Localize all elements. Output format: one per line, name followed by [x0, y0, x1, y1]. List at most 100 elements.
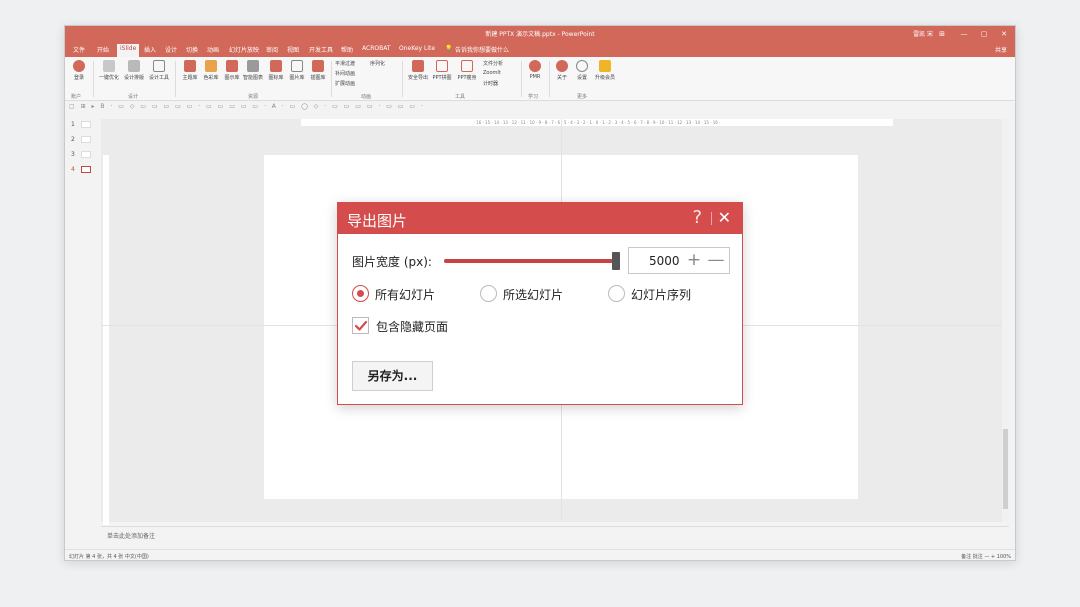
chart-icon	[247, 60, 259, 72]
theme-icon	[184, 60, 196, 72]
share-button[interactable]: 共享	[995, 45, 1007, 54]
minimize-button[interactable]: —	[957, 28, 971, 40]
smart-chart-button[interactable]: 智能图表	[241, 60, 265, 81]
radio-selected-dot	[357, 290, 364, 297]
width-slider[interactable]	[444, 259, 618, 263]
diagram-icon	[226, 60, 238, 72]
dialog-title: 导出图片	[347, 212, 408, 230]
group-learn: 学习	[528, 94, 539, 100]
ribbon-separator	[93, 61, 94, 97]
ribbon: 登录 一键优化 设计排版 设计工具 主题库 色彩库 图示库 智能图表 图标库 图…	[65, 57, 1015, 101]
width-slider-handle[interactable]	[612, 252, 620, 270]
close-icon[interactable]: ✕	[718, 208, 731, 227]
icons-icon	[270, 60, 282, 72]
close-window-button[interactable]: ✕	[997, 28, 1011, 40]
serialize-button[interactable]: 序列化	[370, 60, 385, 67]
maximize-button[interactable]: ▢	[977, 28, 991, 40]
slide-thumb-1[interactable]: 1	[71, 121, 91, 128]
status-view-controls[interactable]: 备注 批注 — + 100%	[961, 553, 1011, 560]
design-tools-button[interactable]: 设计工具	[147, 60, 171, 81]
pmr-button[interactable]: PMR	[523, 60, 547, 80]
ribbon-separator	[521, 61, 522, 97]
tab-file[interactable]: 文件	[73, 45, 85, 54]
tools-icon	[153, 60, 165, 72]
tab-insert[interactable]: 插入	[144, 45, 156, 54]
scrollbar-thumb[interactable]	[1003, 429, 1008, 509]
zoomit-button[interactable]: ZoomIt	[483, 70, 501, 76]
pmr-icon	[529, 60, 541, 72]
design-layout-button[interactable]: 设计排版	[122, 60, 146, 81]
header-divider	[711, 212, 712, 225]
quick-access-icons[interactable]: ▢ ⊞ ▸ B · ▭ ◇ ▭ ▭ ▭ ▭ ▭ · ▭ ▭ ▭ ▭ ▭ · A …	[69, 103, 425, 110]
group-animation: 动画	[361, 94, 372, 100]
illustration-icon	[312, 60, 324, 72]
tab-islide[interactable]: iSlide	[117, 44, 140, 57]
save-as-button[interactable]: 另存为...	[352, 361, 433, 391]
diamond-icon	[599, 60, 611, 72]
tab-review[interactable]: 审阅	[266, 45, 278, 54]
ribbon-options-icon[interactable]: ⊞	[935, 28, 949, 40]
increase-width-button[interactable]: +	[685, 250, 703, 270]
user-name[interactable]: 雷凯 宋	[913, 29, 933, 38]
tab-onekey[interactable]: OneKey Lite	[399, 45, 435, 52]
ribbon-separator	[175, 61, 176, 97]
layout-icon	[128, 60, 140, 72]
radio-circle	[480, 285, 497, 302]
tab-home[interactable]: 开始	[97, 45, 109, 54]
dialog-header: 导出图片 ? ✕	[338, 203, 742, 234]
extend-animation-button[interactable]: 扩展动画	[335, 80, 355, 87]
upgrade-member-button[interactable]: 升级会员	[593, 60, 617, 81]
about-icon	[556, 60, 568, 72]
lightbulb-icon[interactable]: 💡	[445, 45, 452, 52]
ppt-slim-button[interactable]: PPT瘦身	[455, 60, 479, 81]
slide-thumb-2[interactable]: 2	[71, 136, 91, 143]
tab-acrobat[interactable]: ACROBAT	[362, 45, 391, 52]
settings-button[interactable]: 设置	[570, 60, 594, 81]
ppt-puzzle-button[interactable]: PPT拼图	[430, 60, 454, 81]
slide-thumb-3[interactable]: 3	[71, 151, 91, 158]
horizontal-ruler: · 16 · 15 · 14 · 13 · 12 · 11 · 10 · 9 ·…	[301, 119, 893, 126]
checkmark-icon	[354, 320, 368, 331]
optimize-icon	[103, 60, 115, 72]
menu-bar: 文件 开始 iSlide 插入 设计 切换 动画 幻灯片放映 审阅 视图 开发工…	[65, 43, 1015, 57]
radio-circle	[608, 285, 625, 302]
slide-thumbnails: 1 2 3 4	[65, 121, 95, 221]
smooth-transition-button[interactable]: 平滑过渡	[335, 60, 355, 67]
tab-design[interactable]: 设计	[165, 45, 177, 54]
group-resources: 资源	[248, 94, 259, 100]
vertical-ruler	[103, 155, 109, 525]
tell-me-search[interactable]: 告诉我你想要做什么	[455, 45, 509, 54]
width-value-input[interactable]: 5000	[649, 254, 680, 268]
status-bar: 幻灯片 第 4 张，共 4 张 中文(中国) 备注 批注 — + 100%	[65, 549, 1015, 560]
tab-view[interactable]: 视图	[287, 45, 299, 54]
tab-help[interactable]: 帮助	[341, 45, 353, 54]
picture-icon	[291, 60, 303, 72]
login-button[interactable]: 登录	[67, 60, 91, 81]
group-account: 账户	[71, 94, 82, 100]
tween-animation-button[interactable]: 补间动画	[335, 70, 355, 77]
title-bar: 新建 PPTX 演示文稿.pptx - PowerPoint 雷凯 宋 ⊞ — …	[65, 26, 1015, 43]
tab-slideshow[interactable]: 幻灯片放映	[229, 45, 259, 54]
tab-animations[interactable]: 动画	[207, 45, 219, 54]
export-icon	[412, 60, 424, 72]
export-picture-dialog: 导出图片 ? ✕ 图片宽度 (px): 5000 + — 所有幻灯片 所选幻灯片…	[337, 202, 743, 405]
file-analysis-button[interactable]: 文件分析	[483, 60, 503, 67]
vertical-scrollbar[interactable]	[1002, 119, 1009, 522]
decrease-width-button[interactable]: —	[707, 250, 725, 270]
one-click-optimize-button[interactable]: 一键优化	[97, 60, 121, 81]
help-icon[interactable]: ?	[692, 207, 702, 228]
radio-circle	[352, 285, 369, 302]
user-icon	[73, 60, 85, 72]
quick-access-toolbar: ▢ ⊞ ▸ B · ▭ ◇ ▭ ▭ ▭ ▭ ▭ · ▭ ▭ ▭ ▭ ▭ · A …	[65, 102, 1015, 112]
window-title: 新建 PPTX 演示文稿.pptx - PowerPoint	[485, 31, 595, 38]
include-hidden-checkbox[interactable]	[352, 317, 369, 334]
tab-transitions[interactable]: 切换	[186, 45, 198, 54]
slide-thumb-4[interactable]: 4	[71, 166, 91, 173]
include-hidden-label: 包含隐藏页面	[376, 320, 449, 334]
timer-button[interactable]: 计时器	[483, 80, 498, 87]
safe-export-button[interactable]: 安全导出	[406, 60, 430, 81]
ribbon-separator	[402, 61, 403, 97]
notes-pane[interactable]: 单击此处添加备注	[101, 526, 1009, 546]
illustration-library-button[interactable]: 插图库	[306, 60, 330, 81]
tab-developer[interactable]: 开发工具	[309, 45, 333, 54]
